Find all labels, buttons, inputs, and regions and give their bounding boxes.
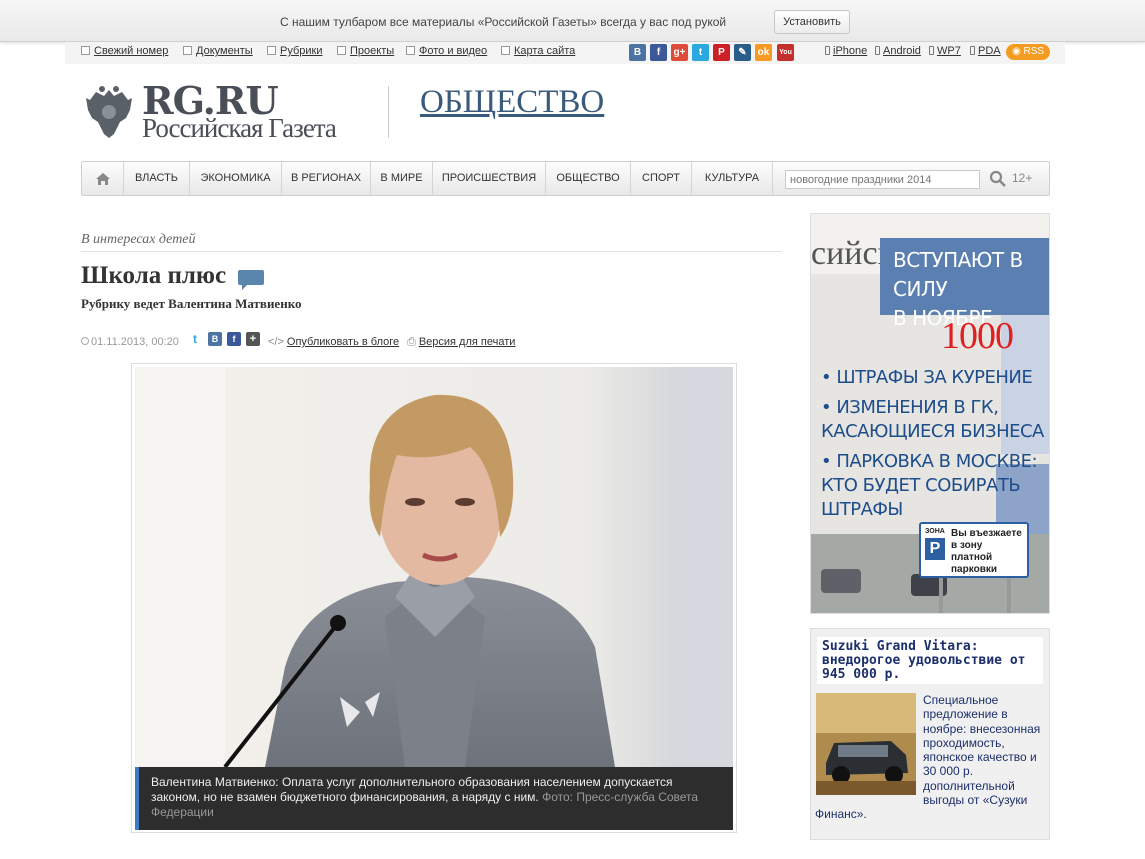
nav-item-economy[interactable]: ЭКОНОМИКА <box>190 162 282 195</box>
projects-icon <box>337 46 346 55</box>
article-subtitle: Рубрику ведет Валентина Матвиенко <box>81 296 302 311</box>
logo-separator <box>388 86 389 138</box>
search-input[interactable] <box>785 170 980 189</box>
promo-item: • ШТРАФЫ ЗА КУРЕНИЕ <box>821 367 1033 388</box>
phone-icon <box>825 46 830 55</box>
toplink-sitemap[interactable]: Карта сайта <box>501 45 575 57</box>
portrait-image <box>135 367 733 767</box>
logo-subtitle[interactable]: Российская Газета <box>142 113 337 144</box>
russian-emblem-logo[interactable] <box>84 84 134 140</box>
ad-title[interactable]: Suzuki Grand Vitara: внедорогое удовольс… <box>817 637 1043 684</box>
printer-icon: ⎙ <box>407 336 416 348</box>
age-rating-badge: 12+ <box>1012 171 1033 185</box>
phone-icon <box>970 46 975 55</box>
rss-icon: ◉ <box>1011 46 1024 57</box>
phone-icon <box>929 46 934 55</box>
article-date: 01.11.2013, 00:20 <box>81 336 179 348</box>
share-facebook-icon[interactable]: f <box>227 332 241 346</box>
pinterest-icon[interactable]: P <box>713 44 730 61</box>
main-nav: ВЛАСТЬ ЭКОНОМИКА В РЕГИОНАХ В МИРЕ ПРОИС… <box>81 161 1050 196</box>
promo-item: • ПАРКОВКА В МОСКВЕ: КТО БУДЕТ СОБИРАТЬ … <box>821 451 1038 520</box>
top-links-bar: Свежий номер Документы Рубрики Проекты Ф… <box>65 42 1065 64</box>
mobile-link-wp7[interactable]: WP7 <box>929 45 961 57</box>
rss-button[interactable]: ◉ RSS <box>1006 44 1050 60</box>
toplink-projects[interactable]: Проекты <box>337 45 394 57</box>
facebook-icon[interactable]: f <box>650 44 667 61</box>
mobile-link-android[interactable]: Android <box>875 45 921 57</box>
parking-icon: P <box>925 538 945 560</box>
nav-item-sport[interactable]: СПОРТ <box>631 162 692 195</box>
parking-sign: ЗОНА P Вы въезжаете в зону платной парко… <box>919 522 1029 578</box>
home-button[interactable] <box>82 162 124 195</box>
print-version-link[interactable]: ⎙ Версия для печати <box>407 336 515 349</box>
sign-zone-label: ЗОНА <box>925 528 945 535</box>
toolbar-prompt-bar: С нашим тулбаром все материалы «Российск… <box>0 0 1145 42</box>
article-photo[interactable] <box>135 367 733 767</box>
photo-caption: Валентина Матвиенко: Оплата услуг дополн… <box>135 767 733 830</box>
promo-banner[interactable]: сийская Газет ВСТУПАЮТ В СИЛУ В НОЯБРЕ 1… <box>810 213 1050 614</box>
nav-item-culture[interactable]: КУЛЬТУРА <box>692 162 773 195</box>
odnoklassniki-icon[interactable]: ok <box>755 44 772 61</box>
rubrics-icon <box>267 46 276 55</box>
home-icon <box>96 173 110 185</box>
toplink-fresh-issue[interactable]: Свежий номер <box>81 45 168 57</box>
sitemap-icon <box>501 46 510 55</box>
mobile-link-iphone[interactable]: iPhone <box>825 45 867 57</box>
nav-item-world[interactable]: В МИРЕ <box>371 162 433 195</box>
article-title: Школа плюс <box>81 262 227 289</box>
promo-item: • ИЗМЕНЕНИЯ В ГК, КАСАЮЩИЕСЯ БИЗНЕСА <box>821 397 1044 442</box>
newspaper-icon <box>81 46 90 55</box>
nav-item-incidents[interactable]: ПРОИСШЕСТВИЯ <box>433 162 546 195</box>
share-twitter-icon[interactable]: t <box>188 332 202 346</box>
code-icon: </> <box>268 336 284 348</box>
toolbar-prompt-text: С нашим тулбаром все материалы «Российск… <box>280 15 727 29</box>
section-title[interactable]: ОБЩЕСТВО <box>420 84 604 121</box>
nav-item-regions[interactable]: В РЕГИОНАХ <box>282 162 371 195</box>
nav-item-society[interactable]: ОБЩЕСТВО <box>546 162 631 195</box>
share-more-icon[interactable]: + <box>246 332 260 346</box>
toplink-rubrics[interactable]: Рубрики <box>267 45 322 57</box>
clock-icon <box>81 337 89 345</box>
twitter-icon[interactable]: t <box>692 44 709 61</box>
photo-icon <box>406 46 415 55</box>
article-photo-frame: Валентина Матвиенко: Оплата услуг дополн… <box>131 363 737 833</box>
search-button[interactable] <box>988 169 1008 189</box>
promo-headline: ВСТУПАЮТ В СИЛУ В НОЯБРЕ <box>880 238 1049 330</box>
rubric-link[interactable]: В интересах детей <box>81 232 196 248</box>
promo-list: • ШТРАФЫ ЗА КУРЕНИЕ • ИЗМЕНЕНИЯ В ГК, КА… <box>821 366 1046 528</box>
promo-number: 1000 <box>941 315 1014 357</box>
share-vk-icon[interactable]: В <box>208 332 222 346</box>
youtube-icon[interactable]: You <box>777 44 794 61</box>
vk-icon[interactable]: В <box>629 44 646 61</box>
mobile-link-pda[interactable]: PDA <box>970 45 1001 57</box>
toplink-photo-video[interactable]: Фото и видео <box>406 45 487 57</box>
suzuki-ad[interactable]: Suzuki Grand Vitara: внедорогое удовольс… <box>810 628 1050 840</box>
publish-blog-link[interactable]: </> Опубликовать в блоге <box>268 336 399 348</box>
livejournal-icon[interactable]: ✎ <box>734 44 751 61</box>
google-plus-icon[interactable]: g+ <box>671 44 688 61</box>
phone-icon <box>875 46 880 55</box>
toplink-documents[interactable]: Документы <box>183 45 253 57</box>
document-icon <box>183 46 192 55</box>
comments-icon[interactable] <box>238 270 264 290</box>
divider <box>81 251 782 252</box>
install-toolbar-button[interactable]: Установить <box>774 10 850 34</box>
ad-text[interactable]: Специальное предложение в ноябре: внесез… <box>815 693 1047 822</box>
nav-item-vlast[interactable]: ВЛАСТЬ <box>124 162 190 195</box>
search-icon <box>989 170 1006 187</box>
